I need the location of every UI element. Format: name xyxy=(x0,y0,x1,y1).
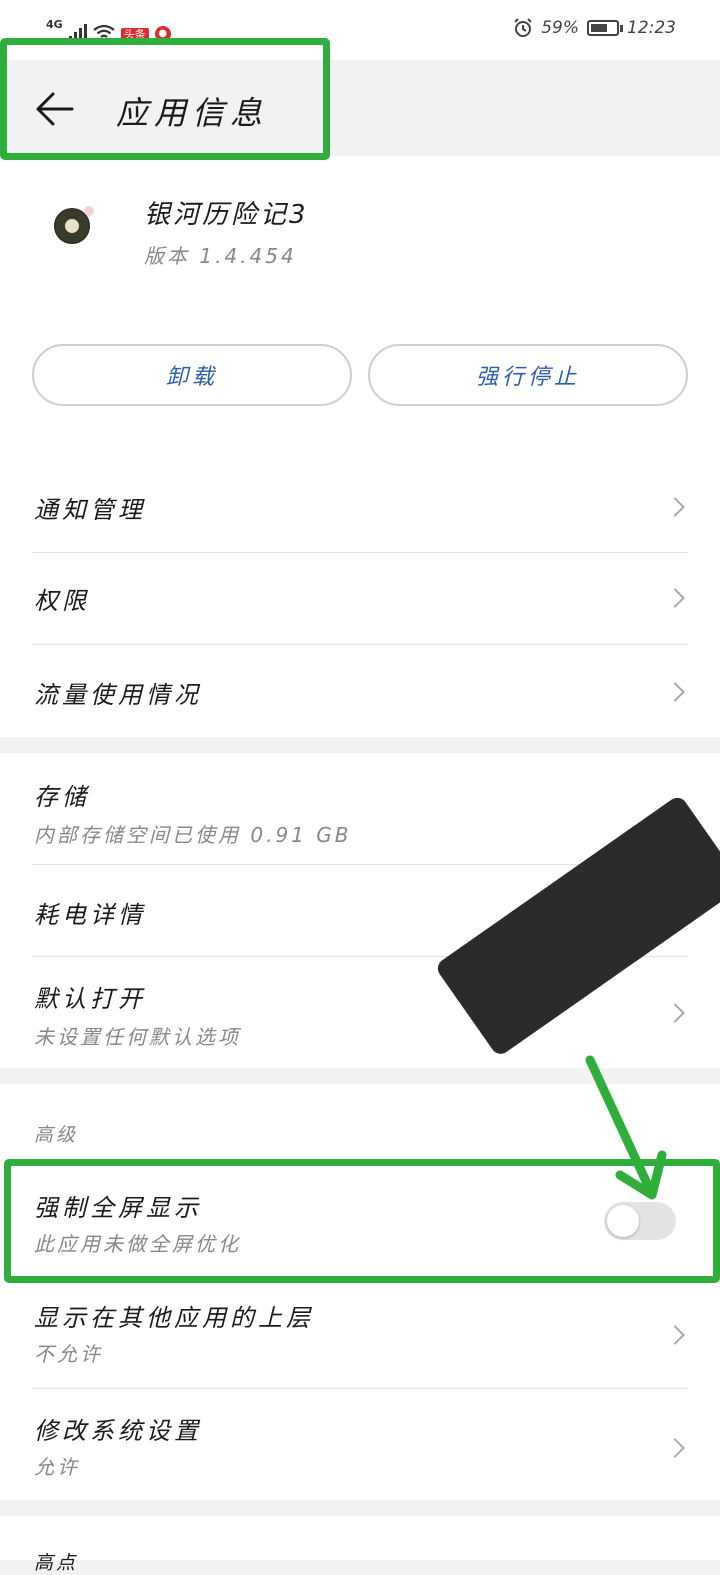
uninstall-button[interactable]: 卸载 xyxy=(32,344,352,406)
data-usage-row[interactable]: 流量使用情况 xyxy=(0,645,720,737)
row-title: 通知管理 xyxy=(34,496,146,524)
row-title: 流量使用情况 xyxy=(34,681,202,709)
chevron-right-icon xyxy=(665,1325,685,1345)
permissions-row[interactable]: 权限 xyxy=(0,553,720,645)
display-over-other-apps-row[interactable]: 显示在其他应用的上层 不允许 xyxy=(0,1276,720,1388)
battery-icon xyxy=(587,20,623,36)
app-name: 银河历险记3 xyxy=(144,200,309,230)
section-gap xyxy=(0,1500,720,1516)
title-highlight-box xyxy=(0,38,330,160)
row-title: 修改系统设置 xyxy=(34,1417,202,1445)
app-version: 版本 1.4.454 xyxy=(144,244,297,268)
force-stop-button[interactable]: 强行停止 xyxy=(368,344,688,406)
alarm-icon xyxy=(514,18,532,37)
annotation-arrow-icon xyxy=(585,1055,667,1200)
chevron-right-icon xyxy=(665,682,685,702)
chevron-right-icon xyxy=(665,1003,685,1023)
row-title: 权限 xyxy=(34,587,90,615)
chevron-right-icon xyxy=(665,1438,685,1458)
clock: 12:23 xyxy=(627,18,676,38)
section-gap xyxy=(0,737,720,753)
row-title: 默认打开 xyxy=(34,985,146,1013)
app-icon-sparkle xyxy=(84,206,94,216)
modify-system-settings-row[interactable]: 修改系统设置 允许 xyxy=(0,1389,720,1500)
battery-percent: 59% xyxy=(541,18,579,38)
section-label-next: 高点 xyxy=(34,1552,79,1574)
chevron-right-icon xyxy=(665,588,685,608)
network-type: 4G xyxy=(46,18,63,31)
section-label-advanced: 高级 xyxy=(34,1124,79,1146)
row-title: 耗电详情 xyxy=(34,901,146,929)
row-title: 存储 xyxy=(34,783,90,811)
notification-management-row[interactable]: 通知管理 xyxy=(0,460,720,552)
chevron-right-icon xyxy=(665,497,685,517)
row-title: 显示在其他应用的上层 xyxy=(34,1304,314,1332)
row-subtitle: 允许 xyxy=(34,1455,80,1479)
row-subtitle: 未设置任何默认选项 xyxy=(34,1025,241,1049)
row-subtitle: 内部存储空间已使用 0.91 GB xyxy=(34,823,352,847)
row-subtitle: 不允许 xyxy=(34,1342,103,1366)
